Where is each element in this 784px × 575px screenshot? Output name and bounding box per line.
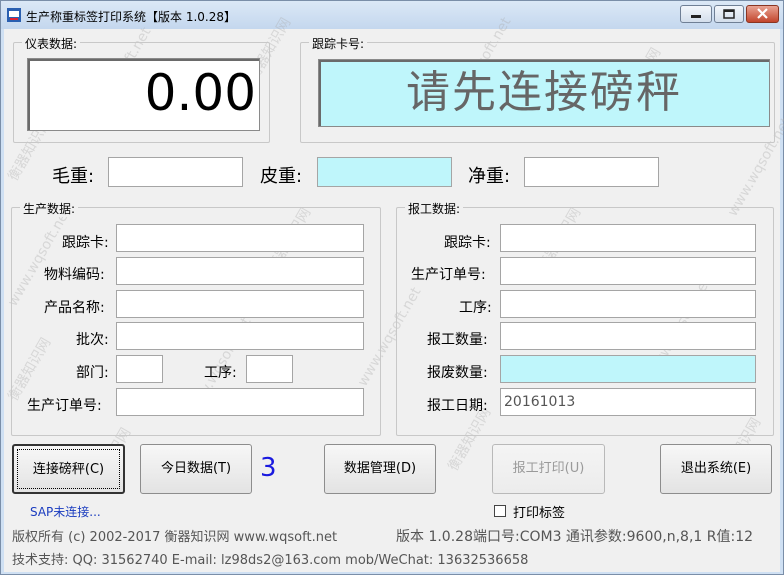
- copyright-text: 版权所有 (c) 2002-2017 衡器知识网 www.wqsoft.net: [12, 530, 338, 545]
- report-process-label: 工序:: [459, 300, 492, 316]
- window-title: 生产称重标签打印系统【版本 1.0.28】: [26, 10, 236, 24]
- gross-weight-field[interactable]: [108, 157, 243, 187]
- data-manage-button[interactable]: 数据管理(D): [324, 444, 436, 494]
- app-window: 生产称重标签打印系统【版本 1.0.28】 衡器知识网 www.wqsoft.n…: [0, 0, 784, 575]
- print-label-checkbox[interactable]: [494, 505, 506, 517]
- material-code-label: 物料编码:: [44, 267, 105, 283]
- net-weight-label: 净重:: [468, 166, 511, 187]
- production-order-no-input[interactable]: [116, 388, 364, 416]
- connect-scale-button[interactable]: 连接磅秤(C): [12, 444, 125, 494]
- minimize-button[interactable]: [680, 5, 712, 23]
- production-group-label: 生产数据:: [20, 200, 79, 217]
- tracking-card-display: 请先连接磅秤: [318, 59, 770, 127]
- maximize-button[interactable]: [714, 5, 744, 23]
- tare-weight-label: 皮重:: [260, 166, 303, 187]
- production-tracking-card-label: 跟踪卡:: [62, 235, 109, 251]
- scrap-qty-label: 报废数量:: [427, 365, 488, 381]
- report-qty-label: 报工数量:: [427, 332, 488, 348]
- title-bar[interactable]: 生产称重标签打印系统【版本 1.0.28】: [1, 1, 783, 29]
- department-label: 部门:: [76, 365, 109, 381]
- gross-weight-label: 毛重:: [52, 166, 95, 187]
- report-order-no-input[interactable]: [500, 257, 756, 285]
- version-info-text: 版本 1.0.28端口号:COM3 通讯参数:9600,n,8,1 R值:12: [396, 529, 754, 545]
- report-process-input[interactable]: [500, 290, 756, 318]
- tare-weight-field[interactable]: [317, 157, 452, 187]
- report-qty-input[interactable]: [500, 322, 756, 350]
- today-data-label: 今日数据(T): [160, 461, 232, 476]
- production-process-input[interactable]: [246, 355, 293, 383]
- data-manage-label: 数据管理(D): [343, 461, 417, 476]
- report-date-input[interactable]: 20161013: [500, 388, 756, 416]
- report-group-label: 报工数据:: [405, 200, 464, 217]
- sap-status: SAP未连接...: [30, 505, 101, 519]
- net-weight-field[interactable]: [524, 157, 659, 187]
- report-tracking-card-label: 跟踪卡:: [444, 235, 491, 251]
- meter-value: 0.00: [144, 64, 256, 122]
- report-print-label: 报工打印(U): [512, 461, 585, 476]
- connect-scale-label: 连接磅秤(C): [32, 462, 105, 477]
- minimize-icon: [691, 15, 701, 18]
- client-area: 衡器知识网 www.wqsoft.net 衡器知识网 www.wqsoft.ne…: [4, 15, 784, 572]
- tracking-card-group-label: 跟踪卡号:: [309, 35, 368, 52]
- material-code-input[interactable]: [116, 257, 364, 285]
- exit-label: 退出系统(E): [680, 461, 752, 476]
- close-button[interactable]: [746, 5, 779, 23]
- report-print-button[interactable]: 报工打印(U): [492, 444, 605, 494]
- report-date-label: 报工日期:: [427, 398, 488, 414]
- batch-label: 批次:: [76, 332, 109, 348]
- tracking-card-message: 请先连接磅秤: [406, 67, 682, 118]
- exit-button[interactable]: 退出系统(E): [660, 444, 772, 494]
- department-input[interactable]: [116, 355, 163, 383]
- production-tracking-card-input[interactable]: [116, 224, 364, 252]
- report-order-no-label: 生产订单号:: [411, 267, 486, 283]
- close-icon: [757, 8, 768, 19]
- product-name-input[interactable]: [116, 290, 364, 318]
- production-order-no-label: 生产订单号:: [27, 398, 102, 414]
- meter-display: 0.00: [27, 58, 260, 131]
- app-icon: [7, 8, 21, 22]
- maximize-icon: [723, 9, 735, 19]
- print-label-checkbox-label[interactable]: 打印标签: [513, 502, 565, 521]
- report-date-value: 20161013: [504, 394, 576, 410]
- scrap-qty-input[interactable]: [500, 355, 756, 383]
- today-count: 3: [260, 453, 277, 483]
- product-name-label: 产品名称:: [44, 300, 105, 316]
- today-data-button[interactable]: 今日数据(T): [140, 444, 252, 494]
- report-tracking-card-input[interactable]: [500, 224, 756, 252]
- production-process-label: 工序:: [204, 365, 237, 381]
- meter-group-label: 仪表数据:: [22, 35, 81, 52]
- support-text: 技术支持: QQ: 31562740 E-mail: lz98ds2@163.c…: [12, 553, 529, 568]
- batch-input[interactable]: [116, 322, 364, 350]
